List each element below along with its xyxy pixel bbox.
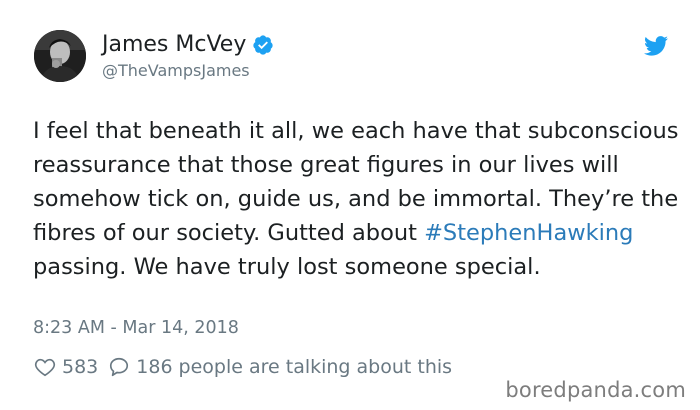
like-count: 583 (62, 356, 99, 378)
tweet-timestamp[interactable]: 8:23 AM - Mar 14, 2018 (33, 318, 239, 338)
reply-button[interactable]: 186 (108, 356, 173, 378)
author-block: James McVey @TheVampsJames (102, 32, 274, 80)
speech-bubble-icon (108, 356, 130, 378)
hashtag-link[interactable]: #StephenHawking (424, 220, 633, 246)
author-name-row[interactable]: James McVey (102, 32, 274, 58)
watermark: boredpanda.com (505, 378, 686, 402)
engagement-bar: 583 186 people are talking about this (34, 356, 452, 378)
heart-icon (34, 356, 56, 378)
tweet-header: James McVey @TheVampsJames (34, 30, 274, 82)
tweet-text: I feel that beneath it all, we each have… (33, 114, 683, 284)
twitter-bird-icon[interactable] (644, 36, 668, 56)
like-button[interactable]: 583 (34, 356, 98, 378)
avatar[interactable] (34, 30, 86, 82)
verified-badge-icon (252, 34, 274, 56)
reply-count: 186 (136, 356, 173, 378)
author-handle[interactable]: @TheVampsJames (102, 61, 274, 80)
talking-label[interactable]: people are talking about this (179, 356, 453, 378)
author-name[interactable]: James McVey (102, 32, 246, 58)
tweet-card: James McVey @TheVampsJames I feel that b… (0, 0, 700, 410)
